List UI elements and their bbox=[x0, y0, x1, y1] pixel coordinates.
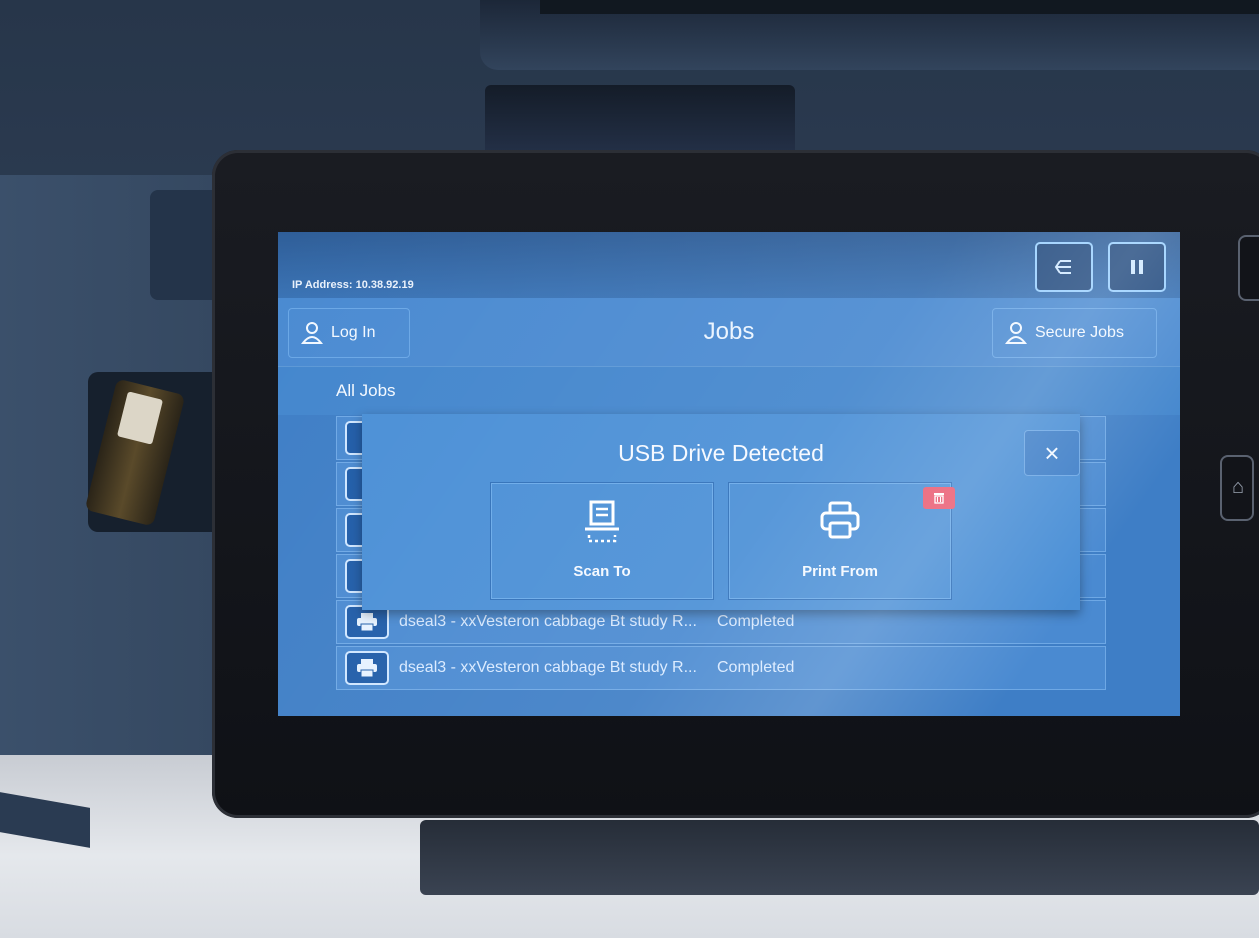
job-name: dseal3 - xxVesteron cabbage Bt study R..… bbox=[399, 613, 697, 630]
jobs-header: Log In Jobs Secure Jobs bbox=[278, 298, 1180, 366]
output-tray bbox=[420, 820, 1259, 895]
printer-icon bbox=[345, 605, 389, 639]
pause-button[interactable] bbox=[1108, 242, 1166, 292]
secure-jobs-button[interactable]: Secure Jobs bbox=[992, 308, 1157, 358]
printer-icon bbox=[345, 651, 389, 685]
job-name: dseal3 - xxVesteron cabbage Bt study R..… bbox=[399, 659, 697, 676]
scan-icon bbox=[585, 500, 619, 543]
user-icon bbox=[1005, 322, 1027, 344]
ip-address-label: IP Address: 10.38.92.19 bbox=[292, 279, 414, 291]
arrow-left-icon bbox=[1054, 260, 1071, 274]
touch-screen: IP Address: 10.38.92.19 Log In Jobs Secu… bbox=[278, 232, 1180, 716]
status-bar: IP Address: 10.38.92.19 bbox=[278, 232, 1180, 298]
printer-photo-background: ⌂ IP Address: 10.38.92.19 Log In Jobs Se… bbox=[0, 0, 1259, 938]
job-status: Completed bbox=[717, 613, 795, 630]
usb-detected-dialog: USB Drive Detected × Scan To Print From bbox=[362, 414, 1080, 610]
print-from-label: Print From bbox=[802, 563, 878, 580]
hardware-key-top[interactable] bbox=[1238, 235, 1259, 301]
back-button[interactable] bbox=[1035, 242, 1093, 292]
close-button[interactable]: × bbox=[1024, 430, 1080, 476]
dialog-title: USB Drive Detected bbox=[618, 440, 824, 466]
scanner-lid-handle bbox=[485, 85, 795, 160]
all-jobs-filter[interactable]: All Jobs bbox=[278, 366, 1180, 415]
close-icon: × bbox=[1044, 437, 1060, 468]
home-icon: ⌂ bbox=[1232, 476, 1245, 498]
secure-jobs-label: Secure Jobs bbox=[1035, 324, 1124, 341]
scan-to-label: Scan To bbox=[573, 563, 631, 580]
print-from-button[interactable]: Print From bbox=[728, 482, 955, 600]
all-jobs-label: All Jobs bbox=[336, 381, 396, 400]
job-status: Completed bbox=[717, 659, 795, 676]
pause-icon bbox=[1131, 260, 1143, 274]
scan-to-button[interactable]: Scan To bbox=[490, 482, 714, 600]
job-row[interactable]: dseal3 - xxVesteron cabbage Bt study R..… bbox=[336, 646, 1106, 690]
printer-icon bbox=[820, 501, 860, 539]
top-slot-opening bbox=[540, 0, 1259, 14]
